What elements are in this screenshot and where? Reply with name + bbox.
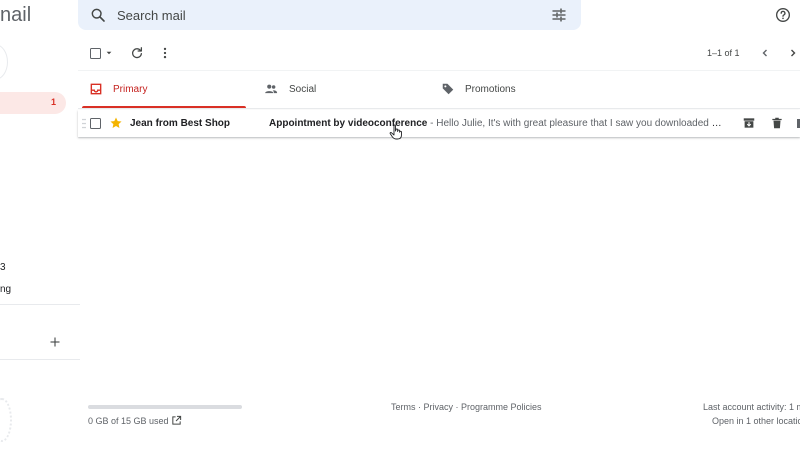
chevron-left-icon[interactable] [760,48,770,58]
link-separator: · [415,402,424,412]
trash-icon[interactable] [770,116,784,130]
search-options-icon[interactable] [551,7,567,23]
footer-links: Terms · Privacy · Programme Policies [391,402,542,412]
add-label-icon[interactable] [49,336,61,348]
sidebar-divider [0,359,80,360]
programme-policies-link[interactable]: Programme Policies [461,402,542,412]
search-input[interactable]: Search mail [117,8,186,23]
link-separator: · [453,402,462,412]
tab-social[interactable]: Social [256,71,426,108]
last-account-activity: Last account activity: 1 m [703,402,800,412]
chevron-down-icon[interactable] [105,49,113,57]
sidebar-item-inbox[interactable]: 1 [0,92,66,114]
hand-cursor-icon [389,124,402,140]
other-locations-link[interactable]: Open in 1 other locatio [712,416,800,426]
email-select-checkbox[interactable] [90,118,101,129]
storage-usage-text: 0 GB of 15 GB used [88,416,169,426]
subject-separator: - [427,118,437,129]
chevron-right-icon[interactable] [788,48,798,58]
sidebar-item-fragment[interactable]: 3 [0,262,6,273]
email-sender: Jean from Best Shop [130,118,231,129]
more-vert-icon[interactable] [158,46,172,60]
archive-icon[interactable] [742,116,756,130]
sidebar-divider [0,304,80,305]
storage-meter [88,405,242,409]
pagination-count: 1–1 of 1 [707,48,740,58]
app-title-fragment[interactable]: nail [0,4,31,27]
select-all-checkbox[interactable] [90,48,101,59]
refresh-icon[interactable] [130,46,144,60]
privacy-link[interactable]: Privacy [424,402,454,412]
tab-label: Promotions [465,84,516,95]
tag-icon [442,83,454,95]
email-snippet[interactable]: Appointment by videoconference - Hello J… [269,118,726,129]
search-bar[interactable]: Search mail [78,0,581,30]
sidebar-decoration [0,398,12,442]
tab-label: Social [289,84,317,95]
drag-handle-icon[interactable] [82,118,86,129]
terms-link[interactable]: Terms [391,402,416,412]
sidebar-item-fragment[interactable]: ng [0,284,11,295]
help-icon[interactable] [775,7,791,23]
star-icon[interactable] [109,116,123,130]
search-icon[interactable] [90,7,106,23]
tab-primary[interactable]: Primary [78,71,246,108]
email-preview: Hello Julie, It's with great pleasure th… [436,118,726,129]
email-list-row[interactable]: Jean from Best Shop Appointment by video… [78,110,800,137]
tab-label: Primary [113,84,148,95]
inbox-icon [90,83,102,95]
compose-button-edge[interactable] [0,44,8,80]
email-subject: Appointment by videoconference [269,118,428,129]
open-in-new-icon[interactable] [171,415,182,426]
tabs-divider [78,108,800,109]
inbox-unread-count: 1 [50,97,56,107]
people-icon [265,84,278,94]
tab-promotions[interactable]: Promotions [433,71,603,108]
